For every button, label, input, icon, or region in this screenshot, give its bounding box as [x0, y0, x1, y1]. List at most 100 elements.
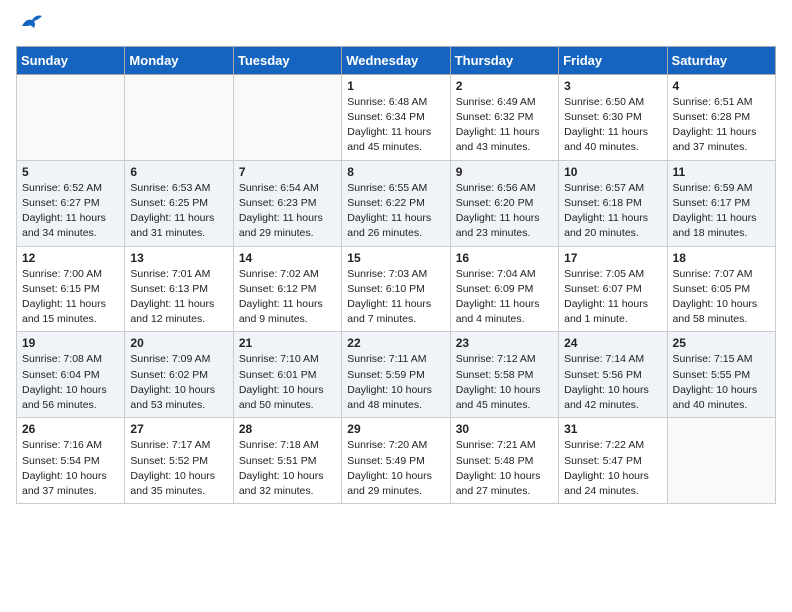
- day-number: 14: [239, 251, 336, 265]
- weekday-header: Monday: [125, 46, 233, 74]
- calendar-week-row: 5Sunrise: 6:52 AM Sunset: 6:27 PM Daylig…: [17, 160, 776, 246]
- weekday-header: Friday: [559, 46, 667, 74]
- day-number: 22: [347, 336, 444, 350]
- day-info: Sunrise: 7:21 AM Sunset: 5:48 PM Dayligh…: [456, 438, 553, 499]
- day-number: 25: [673, 336, 770, 350]
- day-info: Sunrise: 7:12 AM Sunset: 5:58 PM Dayligh…: [456, 352, 553, 413]
- day-number: 10: [564, 165, 661, 179]
- day-info: Sunrise: 7:03 AM Sunset: 6:10 PM Dayligh…: [347, 267, 444, 328]
- day-number: 12: [22, 251, 119, 265]
- logo-bird-icon: [20, 12, 42, 30]
- day-number: 11: [673, 165, 770, 179]
- calendar-cell: 26 Sunrise: 7:16 AM Sunset: 5:54 PM Dayli…: [17, 418, 125, 504]
- calendar-cell: 22Sunrise: 7:11 AM Sunset: 5:59 PM Dayli…: [342, 332, 450, 418]
- day-number: 21: [239, 336, 336, 350]
- day-info: Sunrise: 7:04 AM Sunset: 6:09 PM Dayligh…: [456, 267, 553, 328]
- day-number: 9: [456, 165, 553, 179]
- day-number: 26: [22, 422, 119, 436]
- day-info: Sunrise: 7:09 AM Sunset: 6:02 PM Dayligh…: [130, 352, 227, 413]
- calendar-cell: [17, 74, 125, 160]
- day-number: 3: [564, 79, 661, 93]
- calendar-cell: 10Sunrise: 6:57 AM Sunset: 6:18 PM Dayli…: [559, 160, 667, 246]
- day-number: 2: [456, 79, 553, 93]
- calendar-cell: 8Sunrise: 6:55 AM Sunset: 6:22 PM Daylig…: [342, 160, 450, 246]
- weekday-header: Sunday: [17, 46, 125, 74]
- calendar-header-row: SundayMondayTuesdayWednesdayThursdayFrid…: [17, 46, 776, 74]
- calendar-cell: 2 Sunrise: 6:49 AM Sunset: 6:32 PM Daylig…: [450, 74, 558, 160]
- calendar-cell: 16Sunrise: 7:04 AM Sunset: 6:09 PM Dayli…: [450, 246, 558, 332]
- day-info: Sunrise: 6:52 AM Sunset: 6:27 PM Dayligh…: [22, 181, 119, 242]
- calendar-week-row: 19 Sunrise: 7:08 AM Sunset: 6:04 PM Dayli…: [17, 332, 776, 418]
- day-info: Sunrise: 6:59 AM Sunset: 6:17 PM Dayligh…: [673, 181, 770, 242]
- day-number: 24: [564, 336, 661, 350]
- calendar-cell: [233, 74, 341, 160]
- day-info: Sunrise: 7:10 AM Sunset: 6:01 PM Dayligh…: [239, 352, 336, 413]
- day-info: Sunrise: 7:16 AM Sunset: 5:54 PM Dayligh…: [22, 438, 119, 499]
- calendar-cell: 24 Sunrise: 7:14 AM Sunset: 5:56 PM Dayli…: [559, 332, 667, 418]
- day-number: 29: [347, 422, 444, 436]
- calendar-cell: 12 Sunrise: 7:00 AM Sunset: 6:15 PM Dayli…: [17, 246, 125, 332]
- calendar-cell: 29 Sunrise: 7:20 AM Sunset: 5:49 PM Dayli…: [342, 418, 450, 504]
- day-number: 31: [564, 422, 661, 436]
- calendar-cell: 1 Sunrise: 6:48 AM Sunset: 6:34 PM Daylig…: [342, 74, 450, 160]
- calendar-cell: [125, 74, 233, 160]
- calendar-cell: 25 Sunrise: 7:15 AM Sunset: 5:55 PM Dayli…: [667, 332, 775, 418]
- day-number: 28: [239, 422, 336, 436]
- day-info: Sunrise: 7:07 AM Sunset: 6:05 PM Dayligh…: [673, 267, 770, 328]
- day-info: Sunrise: 7:00 AM Sunset: 6:15 PM Dayligh…: [22, 267, 119, 328]
- day-info: Sunrise: 6:55 AM Sunset: 6:22 PM Dayligh…: [347, 181, 444, 242]
- weekday-header: Saturday: [667, 46, 775, 74]
- calendar-cell: 15Sunrise: 7:03 AM Sunset: 6:10 PM Dayli…: [342, 246, 450, 332]
- weekday-header: Tuesday: [233, 46, 341, 74]
- calendar-cell: 17 Sunrise: 7:05 AM Sunset: 6:07 PM Dayli…: [559, 246, 667, 332]
- day-info: Sunrise: 7:01 AM Sunset: 6:13 PM Dayligh…: [130, 267, 227, 328]
- day-info: Sunrise: 6:49 AM Sunset: 6:32 PM Dayligh…: [456, 95, 553, 156]
- day-info: Sunrise: 7:08 AM Sunset: 6:04 PM Dayligh…: [22, 352, 119, 413]
- day-number: 6: [130, 165, 227, 179]
- day-info: Sunrise: 6:50 AM Sunset: 6:30 PM Dayligh…: [564, 95, 661, 156]
- logo: [16, 16, 42, 36]
- day-info: Sunrise: 6:53 AM Sunset: 6:25 PM Dayligh…: [130, 181, 227, 242]
- calendar-cell: 14 Sunrise: 7:02 AM Sunset: 6:12 PM Dayli…: [233, 246, 341, 332]
- day-number: 17: [564, 251, 661, 265]
- day-info: Sunrise: 7:14 AM Sunset: 5:56 PM Dayligh…: [564, 352, 661, 413]
- day-info: Sunrise: 7:22 AM Sunset: 5:47 PM Dayligh…: [564, 438, 661, 499]
- day-info: Sunrise: 6:51 AM Sunset: 6:28 PM Dayligh…: [673, 95, 770, 156]
- calendar-cell: 6 Sunrise: 6:53 AM Sunset: 6:25 PM Daylig…: [125, 160, 233, 246]
- day-info: Sunrise: 6:56 AM Sunset: 6:20 PM Dayligh…: [456, 181, 553, 242]
- day-number: 7: [239, 165, 336, 179]
- weekday-header: Wednesday: [342, 46, 450, 74]
- day-number: 19: [22, 336, 119, 350]
- calendar-cell: 5Sunrise: 6:52 AM Sunset: 6:27 PM Daylig…: [17, 160, 125, 246]
- day-number: 1: [347, 79, 444, 93]
- day-info: Sunrise: 7:18 AM Sunset: 5:51 PM Dayligh…: [239, 438, 336, 499]
- calendar-table: SundayMondayTuesdayWednesdayThursdayFrid…: [16, 46, 776, 504]
- calendar-cell: 23 Sunrise: 7:12 AM Sunset: 5:58 PM Dayli…: [450, 332, 558, 418]
- calendar-cell: 20 Sunrise: 7:09 AM Sunset: 6:02 PM Dayli…: [125, 332, 233, 418]
- calendar-cell: 30 Sunrise: 7:21 AM Sunset: 5:48 PM Dayli…: [450, 418, 558, 504]
- page-header: [16, 16, 776, 36]
- calendar-cell: 27Sunrise: 7:17 AM Sunset: 5:52 PM Dayli…: [125, 418, 233, 504]
- day-number: 23: [456, 336, 553, 350]
- calendar-cell: 9 Sunrise: 6:56 AM Sunset: 6:20 PM Daylig…: [450, 160, 558, 246]
- day-info: Sunrise: 7:05 AM Sunset: 6:07 PM Dayligh…: [564, 267, 661, 328]
- day-number: 30: [456, 422, 553, 436]
- day-number: 18: [673, 251, 770, 265]
- calendar-week-row: 12 Sunrise: 7:00 AM Sunset: 6:15 PM Dayli…: [17, 246, 776, 332]
- calendar-cell: 21 Sunrise: 7:10 AM Sunset: 6:01 PM Dayli…: [233, 332, 341, 418]
- day-info: Sunrise: 7:15 AM Sunset: 5:55 PM Dayligh…: [673, 352, 770, 413]
- calendar-cell: 19 Sunrise: 7:08 AM Sunset: 6:04 PM Dayli…: [17, 332, 125, 418]
- calendar-cell: 4 Sunrise: 6:51 AM Sunset: 6:28 PM Daylig…: [667, 74, 775, 160]
- day-info: Sunrise: 7:02 AM Sunset: 6:12 PM Dayligh…: [239, 267, 336, 328]
- day-info: Sunrise: 7:17 AM Sunset: 5:52 PM Dayligh…: [130, 438, 227, 499]
- weekday-header: Thursday: [450, 46, 558, 74]
- day-info: Sunrise: 6:54 AM Sunset: 6:23 PM Dayligh…: [239, 181, 336, 242]
- calendar-cell: [667, 418, 775, 504]
- day-info: Sunrise: 6:48 AM Sunset: 6:34 PM Dayligh…: [347, 95, 444, 156]
- calendar-week-row: 26 Sunrise: 7:16 AM Sunset: 5:54 PM Dayli…: [17, 418, 776, 504]
- day-number: 20: [130, 336, 227, 350]
- day-number: 4: [673, 79, 770, 93]
- day-info: Sunrise: 7:20 AM Sunset: 5:49 PM Dayligh…: [347, 438, 444, 499]
- calendar-cell: 7 Sunrise: 6:54 AM Sunset: 6:23 PM Daylig…: [233, 160, 341, 246]
- calendar-cell: 28 Sunrise: 7:18 AM Sunset: 5:51 PM Dayli…: [233, 418, 341, 504]
